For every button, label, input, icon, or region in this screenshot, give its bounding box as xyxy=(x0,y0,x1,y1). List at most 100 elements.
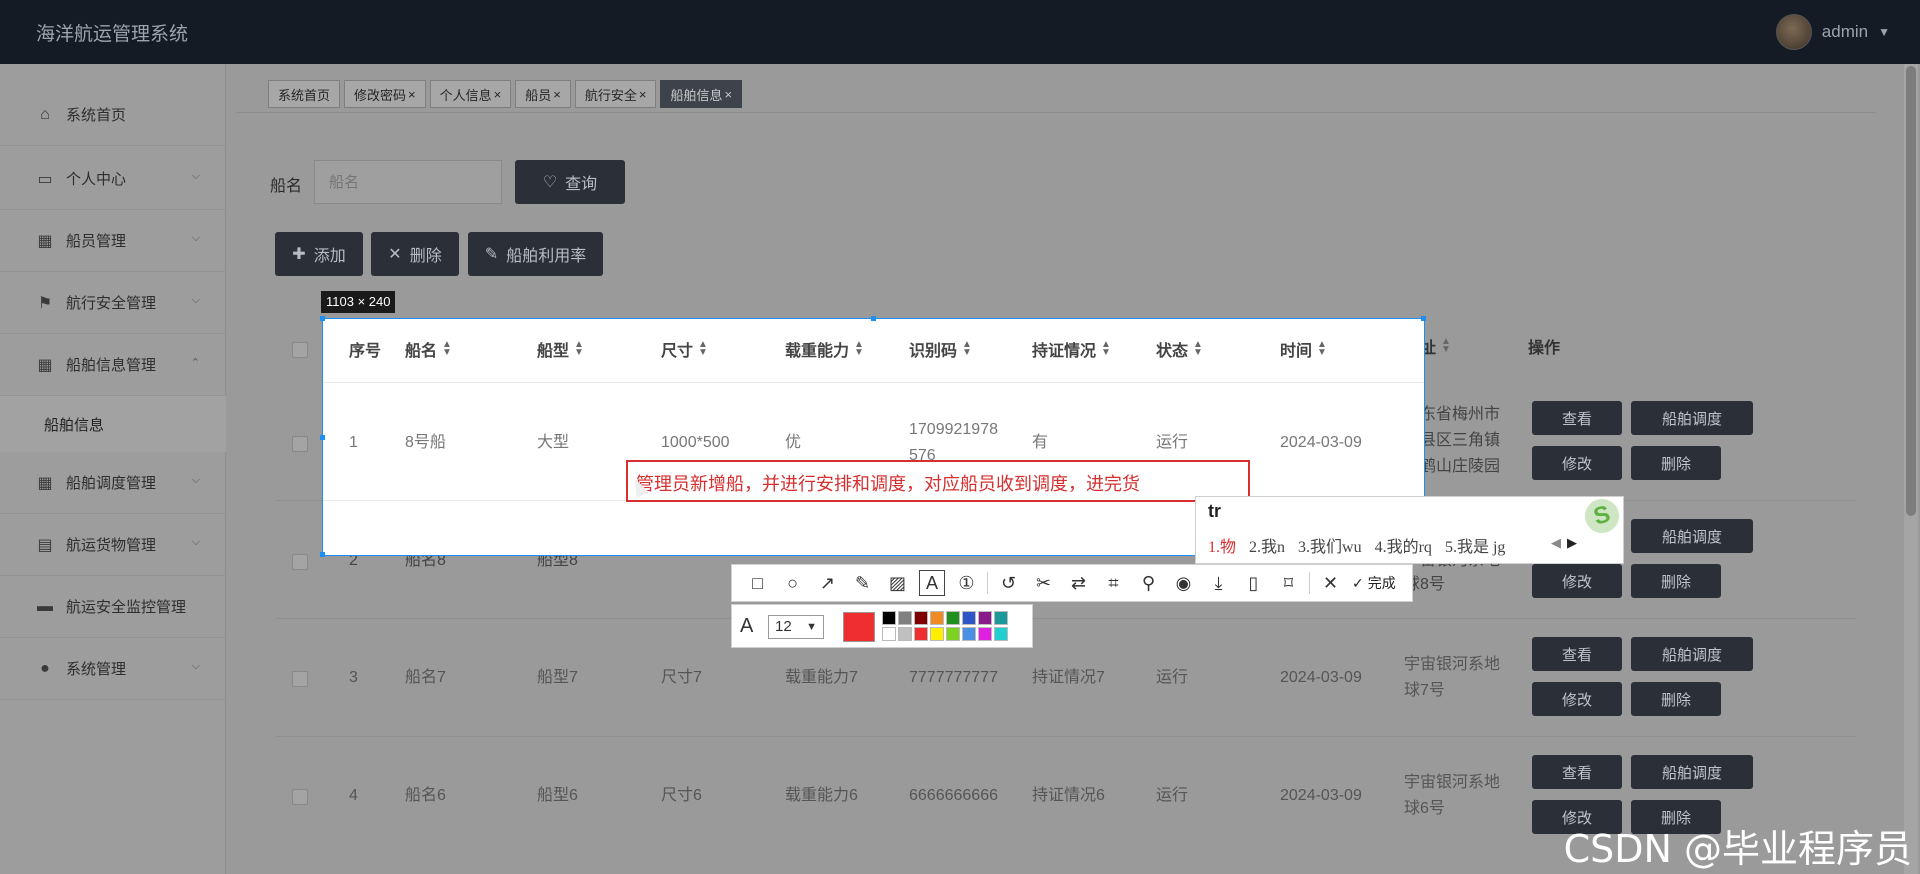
sidebar-item-crew[interactable]: ▦ 船员管理 ⌵ xyxy=(0,210,226,272)
sidebar-item-home[interactable]: ⌂ 系统首页 xyxy=(0,84,226,146)
arrow-icon[interactable]: ↗ xyxy=(810,568,845,598)
search-button[interactable]: ♡ 查询 xyxy=(515,160,625,204)
color-swatch[interactable] xyxy=(898,627,912,641)
view-button[interactable]: 查看 xyxy=(1532,755,1622,789)
color-swatch[interactable] xyxy=(882,627,896,641)
close-icon[interactable]: × xyxy=(408,87,416,102)
row-checkbox[interactable] xyxy=(292,789,308,805)
close-icon[interactable]: × xyxy=(639,87,647,102)
color-swatch[interactable] xyxy=(994,627,1008,641)
chevron-right-icon[interactable]: ▶ xyxy=(1567,535,1577,551)
search-input[interactable] xyxy=(314,160,502,204)
user-menu[interactable]: admin ▼ xyxy=(1775,14,1890,50)
dispatch-button[interactable]: 船舶调度 xyxy=(1631,401,1753,435)
ime-candidate[interactable]: 2.我n xyxy=(1249,533,1285,557)
column-header-time[interactable]: 时间 ▲ ▼ xyxy=(1280,337,1327,361)
resize-handle[interactable] xyxy=(871,316,876,321)
chevron-down-icon[interactable]: ▼ xyxy=(1878,25,1890,39)
sidebar-item-monitor[interactable]: ▬ 航运安全监控管理 xyxy=(0,576,226,638)
annotation-text[interactable]: 管理员新增船，并进行安排和调度，对应船员收到调度，进完货 xyxy=(636,470,1140,496)
row-checkbox[interactable] xyxy=(292,671,308,687)
dispatch-button[interactable]: 船舶调度 xyxy=(1631,519,1753,553)
rectangle-icon[interactable]: □ xyxy=(740,568,775,598)
mosaic-icon[interactable]: ▨ xyxy=(880,568,915,598)
scissors-icon[interactable]: ✂ xyxy=(1026,568,1061,598)
sidebar-subitem-ship-info[interactable]: 船舶信息 xyxy=(0,396,226,452)
select-all-checkbox[interactable] xyxy=(292,342,308,358)
color-swatch[interactable] xyxy=(994,611,1008,625)
tab-change-password[interactable]: 修改密码 × xyxy=(344,80,426,108)
text-tool-icon[interactable]: A xyxy=(919,570,945,596)
close-icon[interactable]: ✕ xyxy=(1313,568,1348,598)
remove-button[interactable]: 删除 xyxy=(1631,682,1721,716)
view-button[interactable]: 查看 xyxy=(1532,401,1622,435)
column-header-ship-type[interactable]: 船型 ▲ ▼ xyxy=(537,337,584,361)
avatar[interactable] xyxy=(1775,14,1812,50)
ime-candidate[interactable]: 1.物 xyxy=(1208,533,1236,557)
sidebar-item-dispatch[interactable]: ▦ 船舶调度管理 ⌵ xyxy=(0,452,226,514)
remove-button[interactable]: 删除 xyxy=(1631,564,1721,598)
color-swatch[interactable] xyxy=(962,611,976,625)
username[interactable]: admin xyxy=(1822,22,1868,42)
column-header-code[interactable]: 识别码 ▲ ▼ xyxy=(909,337,972,361)
undo-icon[interactable]: ↺ xyxy=(991,568,1026,598)
text-annotation-box[interactable]: 管理员新增船，并进行安排和调度，对应船员收到调度，进完货 xyxy=(626,460,1250,502)
resize-handle[interactable] xyxy=(320,316,325,321)
close-icon[interactable]: × xyxy=(553,87,561,102)
color-swatch[interactable] xyxy=(914,611,928,625)
tab-personal-info[interactable]: 个人信息 × xyxy=(429,80,512,108)
ime-candidate[interactable]: 3.我们wu xyxy=(1298,533,1362,557)
column-header-status[interactable]: 状态 ▲ ▼ xyxy=(1156,337,1203,361)
bookmark-icon[interactable]: ⌑ xyxy=(1271,568,1306,598)
done-button[interactable]: ✓ 完成 xyxy=(1352,573,1396,593)
translate-icon[interactable]: ⇄ xyxy=(1061,568,1096,598)
color-swatch[interactable] xyxy=(946,627,960,641)
tab-home[interactable]: 系统首页 xyxy=(268,80,341,108)
edit-button[interactable]: 修改 xyxy=(1532,682,1622,716)
edit-button[interactable]: 修改 xyxy=(1532,446,1622,480)
color-swatch[interactable] xyxy=(978,627,992,641)
pin-icon[interactable]: ⚲ xyxy=(1131,568,1166,598)
color-swatch[interactable] xyxy=(930,611,944,625)
delete-button[interactable]: ✕ 删除 xyxy=(371,232,459,276)
column-header-cert[interactable]: 持证情况 ▲ ▼ xyxy=(1032,337,1111,361)
row-checkbox[interactable] xyxy=(292,554,308,570)
edit-button[interactable]: 修改 xyxy=(1532,564,1622,598)
color-swatch[interactable] xyxy=(946,611,960,625)
add-button[interactable]: ✚ 添加 xyxy=(275,232,363,276)
usage-rate-button[interactable]: ✎ 船舶利用率 xyxy=(468,232,603,276)
color-swatch[interactable] xyxy=(882,611,896,625)
download-icon[interactable]: ⤓ xyxy=(1201,568,1236,598)
font-size-select[interactable]: 12 ▼ xyxy=(768,615,824,639)
color-swatch[interactable] xyxy=(962,627,976,641)
color-swatch[interactable] xyxy=(914,627,928,641)
column-header-size[interactable]: 尺寸 ▲ ▼ xyxy=(661,337,708,361)
extract-text-icon[interactable]: ⌗ xyxy=(1096,568,1131,598)
color-swatch[interactable] xyxy=(898,611,912,625)
resize-handle[interactable] xyxy=(320,435,325,440)
resize-handle[interactable] xyxy=(320,552,325,557)
sidebar-item-profile[interactable]: ▭ 个人中心 ⌵ xyxy=(0,148,226,210)
view-button[interactable]: 查看 xyxy=(1532,637,1622,671)
chevron-left-icon[interactable]: ◀ xyxy=(1551,535,1561,551)
pencil-icon[interactable]: ✎ xyxy=(845,568,880,598)
column-header-ship-name[interactable]: 船名 ▲ ▼ xyxy=(405,337,452,361)
column-header-load[interactable]: 载重能力 ▲ ▼ xyxy=(785,337,864,361)
tab-safety[interactable]: 航行安全 × xyxy=(574,80,657,108)
close-icon[interactable]: × xyxy=(494,87,502,102)
sidebar-item-ship-info[interactable]: ▦ 船舶信息管理 ⌃ xyxy=(0,334,226,396)
sidebar-item-system[interactable]: ● 系统管理 ⌵ xyxy=(0,638,226,700)
dispatch-button[interactable]: 船舶调度 xyxy=(1631,637,1753,671)
tab-crew[interactable]: 船员 × xyxy=(515,80,571,108)
scrollbar-thumb[interactable] xyxy=(1906,66,1916,516)
tab-ship-info[interactable]: 船舶信息 × xyxy=(660,80,743,108)
record-icon[interactable]: ◉ xyxy=(1166,568,1201,598)
ime-candidate[interactable]: 5.我是 jg xyxy=(1445,533,1505,557)
row-checkbox[interactable] xyxy=(292,436,308,452)
number-icon[interactable]: ① xyxy=(949,568,984,598)
dispatch-button[interactable]: 船舶调度 xyxy=(1631,755,1753,789)
color-swatch[interactable] xyxy=(978,611,992,625)
sidebar-item-safety[interactable]: ⚑ 航行安全管理 ⌵ xyxy=(0,272,226,334)
current-color-swatch[interactable] xyxy=(843,612,875,642)
remove-button[interactable]: 删除 xyxy=(1631,446,1721,480)
